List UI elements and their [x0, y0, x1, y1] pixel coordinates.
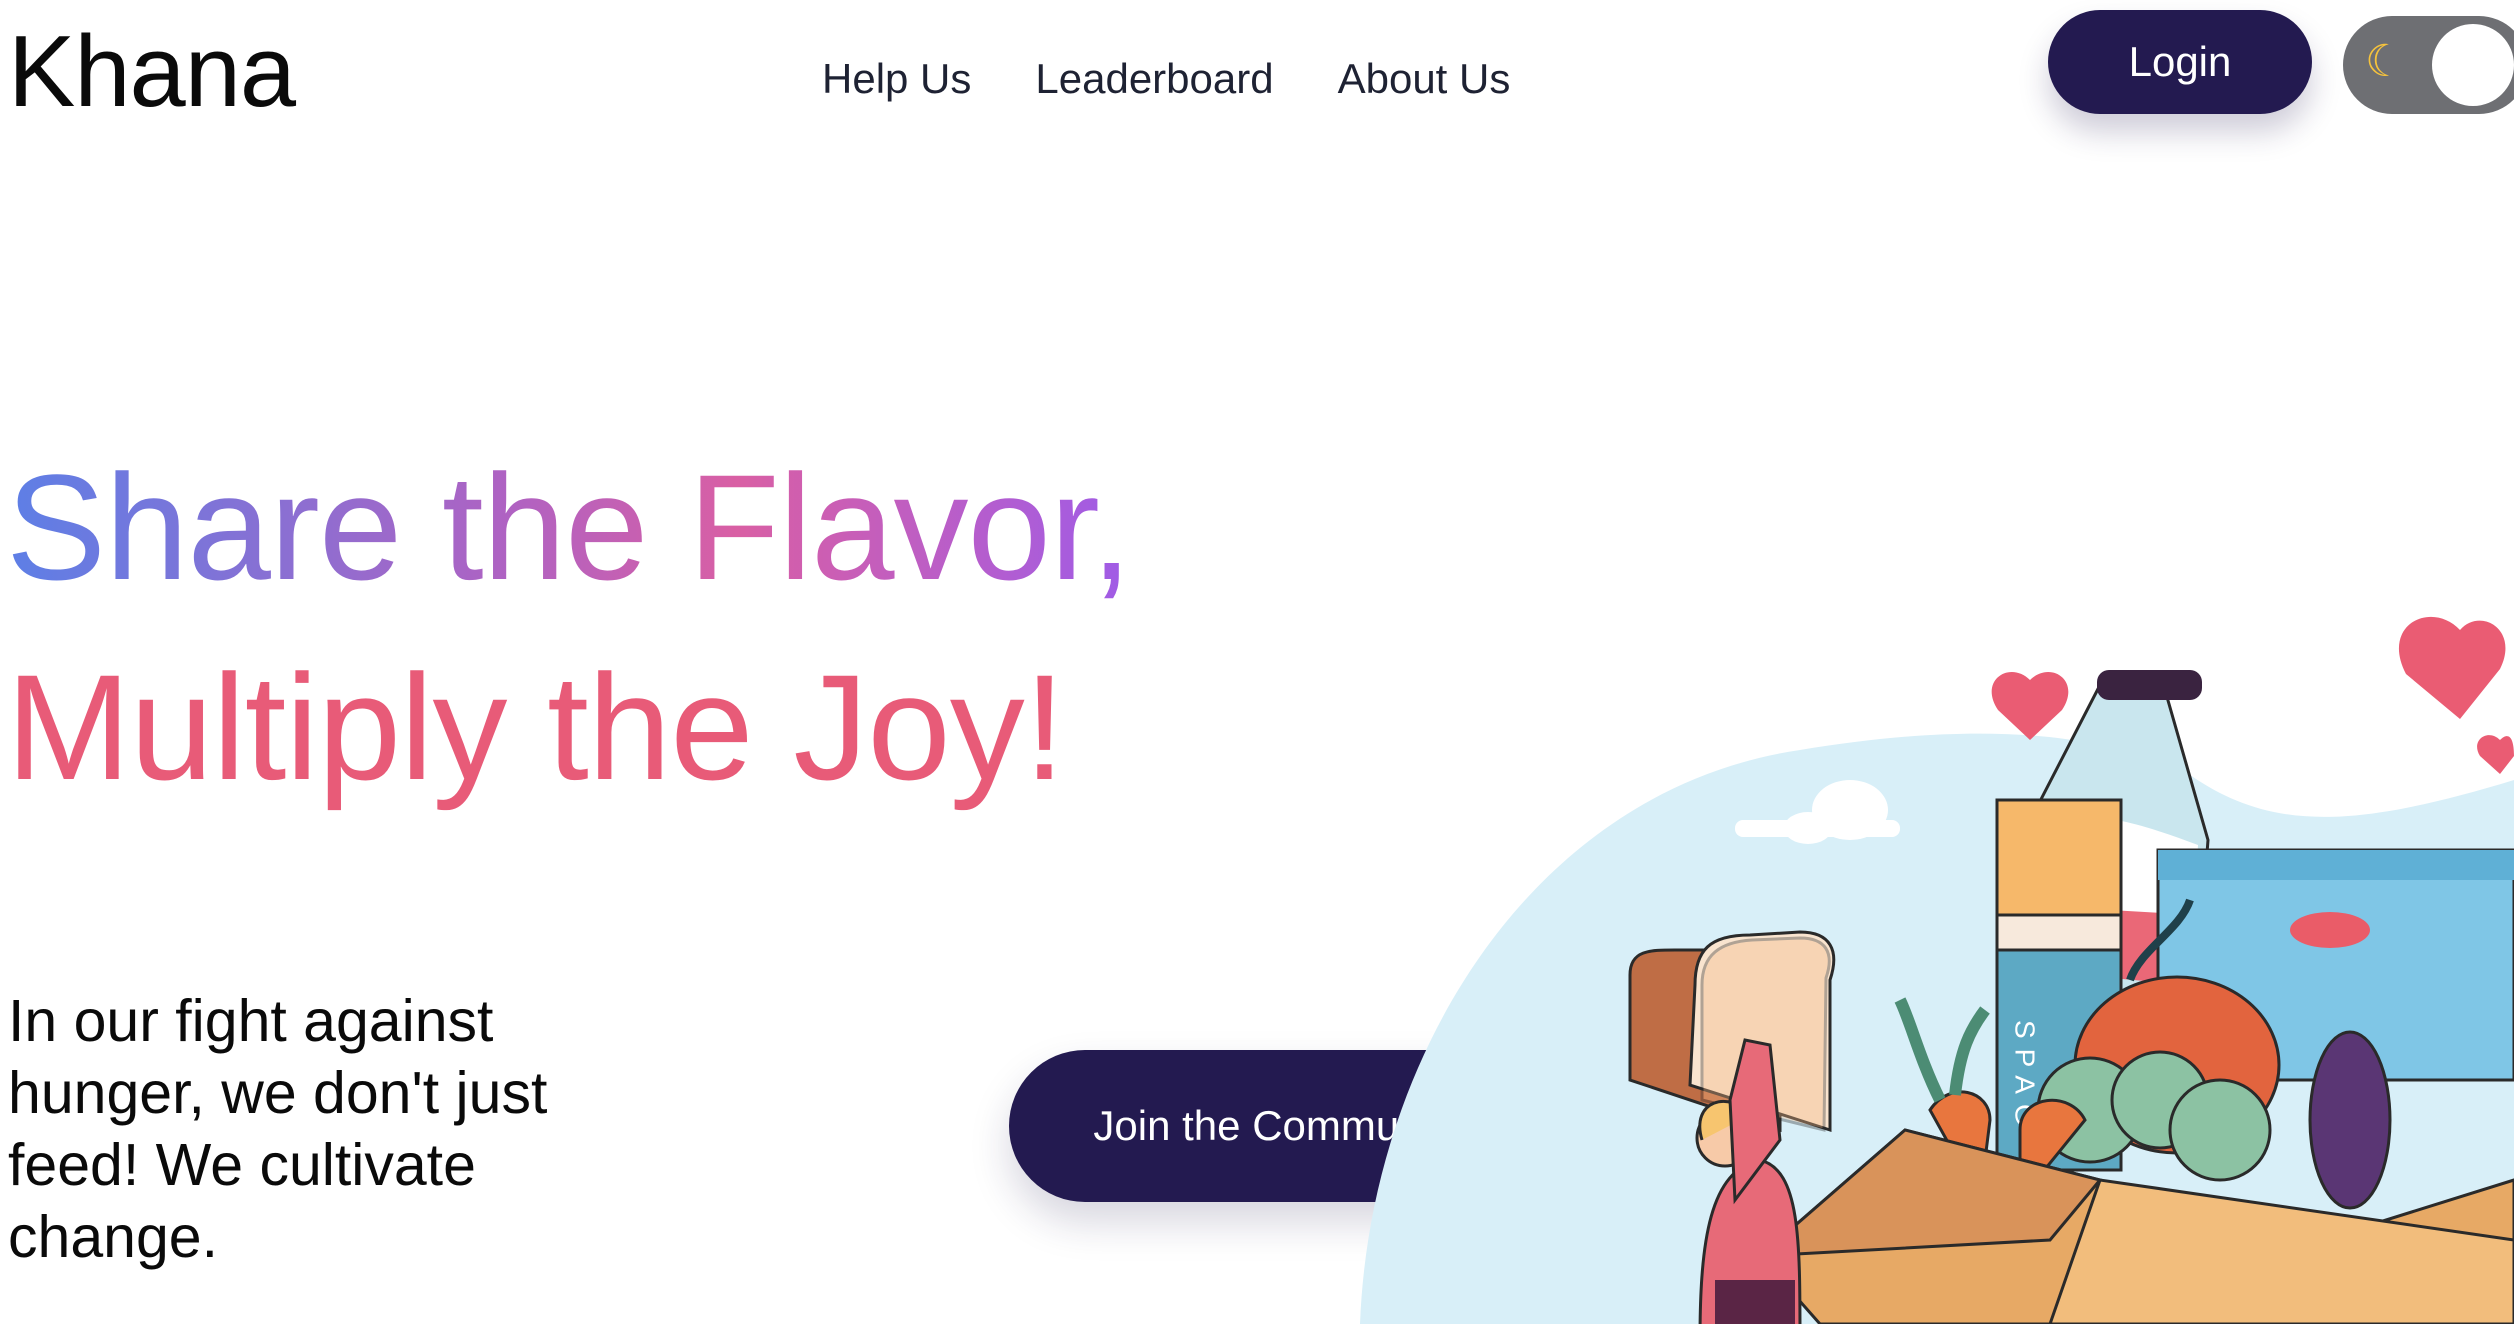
main-nav: Help Us Leaderboard About Us	[822, 58, 1510, 100]
toggle-knob	[2432, 24, 2514, 106]
moon-icon: ☾	[2365, 37, 2405, 86]
nav-about-us[interactable]: About Us	[1338, 58, 1511, 100]
nav-help-us[interactable]: Help Us	[822, 58, 971, 100]
hero-title-line2: Multiply the Joy!	[6, 643, 1065, 811]
eggplant	[2308, 1030, 2392, 1210]
hero-title-line1: Share the Flavor,	[6, 443, 1132, 611]
hero-subtitle: In our fight against hunger, we don't ju…	[8, 988, 548, 1270]
food-donation-illustration: SPAG	[1360, 616, 2514, 1324]
heart-icon	[1991, 671, 2069, 740]
heart-icon	[2398, 616, 2506, 719]
cloud-icon	[1630, 706, 1740, 761]
login-button[interactable]: Login	[2048, 10, 2312, 114]
nav-leaderboard[interactable]: Leaderboard	[1035, 58, 1273, 100]
logo[interactable]: Khana	[8, 22, 296, 123]
theme-toggle[interactable]: ☾	[2343, 16, 2514, 114]
heart-icon	[2477, 735, 2514, 774]
